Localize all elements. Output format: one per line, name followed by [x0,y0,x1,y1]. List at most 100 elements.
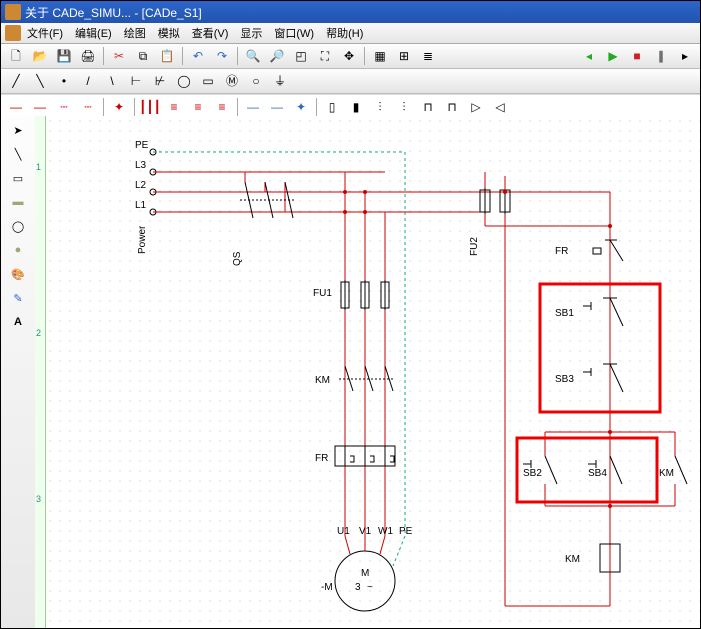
redo-icon[interactable]: ↷ [211,45,233,67]
picker-icon[interactable]: ✎ [8,288,28,308]
print-icon[interactable]: 🖨 [77,45,99,67]
app-logo-icon [5,25,21,41]
separator [237,98,238,116]
motor-icon[interactable]: Ⓜ [221,70,243,92]
node-icon[interactable]: • [53,70,75,92]
diode2-icon[interactable]: ◁ [489,96,511,118]
pan-icon[interactable]: ✥ [338,45,360,67]
separator [103,47,104,65]
red-3h2-icon[interactable]: ≡ [187,96,209,118]
red-line2-icon[interactable]: — [29,96,51,118]
blue-line-icon[interactable]: — [242,96,264,118]
pause-icon[interactable]: ∥ [650,45,672,67]
cap-icon[interactable]: ⊓ [417,96,439,118]
zoom-in-icon[interactable]: 🔍 [242,45,264,67]
snap-icon[interactable]: ⊞ [393,45,415,67]
lbl-L2: L2 [135,180,147,191]
zoom-fit-icon[interactable]: ⛶ [314,45,336,67]
lbl-KM: KM [315,375,330,386]
contact-nc-icon[interactable]: ⊬ [149,70,171,92]
step-back-icon[interactable]: ◂ [578,45,600,67]
lbl-FR: FR [315,453,328,464]
lbl-FU2: FU2 [469,237,480,256]
diode-icon[interactable]: ▷ [465,96,487,118]
cap2-icon[interactable]: ⊓ [441,96,463,118]
red-dash-icon[interactable]: ┄ [53,96,75,118]
paint-icon[interactable]: 🎨 [8,264,28,284]
grid-icon[interactable]: ▦ [369,45,391,67]
menu-draw[interactable]: 绘图 [124,25,146,41]
separator [364,47,365,65]
lbl-SB2: SB2 [523,468,542,479]
sw3p2-icon[interactable]: ⫶ [393,96,415,118]
lbl-FU1: FU1 [313,288,332,299]
play-icon[interactable]: ▶ [602,45,624,67]
switch1-icon[interactable]: / [77,70,99,92]
menu-edit[interactable]: 编辑(E) [75,25,112,41]
cut-icon[interactable]: ✂ [108,45,130,67]
gnd-icon[interactable]: ⏚ [269,70,291,92]
zoom-window-icon[interactable]: ◰ [290,45,312,67]
red-line-icon[interactable]: — [5,96,27,118]
menu-sheet[interactable]: 窗口(W) [274,25,314,41]
ruler-mark: 3 [36,494,41,504]
lbl-PE: PE [135,140,149,151]
text-icon[interactable]: A [8,312,28,332]
red-3p-icon[interactable]: ┃┃┃ [139,96,161,118]
menu-file[interactable]: 文件(F) [27,25,63,41]
sw3p-icon[interactable]: ⫶ [369,96,391,118]
drawing-canvas[interactable]: 1 2 3 [35,116,700,628]
coil-icon[interactable]: ◯ [173,70,195,92]
menu-help[interactable]: 帮助(H) [326,25,363,41]
red-dash2-icon[interactable]: ┄ [77,96,99,118]
lbl-L1: L1 [135,200,147,211]
red-3h-icon[interactable]: ≡ [163,96,185,118]
separator [103,98,104,116]
contact-no-icon[interactable]: ⊢ [125,70,147,92]
paste-icon[interactable]: 📋 [156,45,178,67]
rect-fill-icon[interactable]: ▬ [8,192,28,212]
menu-display[interactable]: 显示 [240,25,262,41]
copy-icon[interactable]: ⧉ [132,45,154,67]
red-dot-icon[interactable]: ✦ [108,96,130,118]
lbl-SB4: SB4 [588,468,607,479]
schematic: PE L3 L2 L1 Power QS FU1 KM FR U1 V1 W1 … [45,116,700,628]
blue-line2-icon[interactable]: — [266,96,288,118]
switch2-icon[interactable]: \ [101,70,123,92]
lbl-V1: V1 [359,526,372,537]
undo-icon[interactable]: ↶ [187,45,209,67]
left-toolbox: ➤ ╲ ▭ ▬ ◯ ● 🎨 ✎ A [1,116,36,628]
wire2-icon[interactable]: ╲ [29,70,51,92]
toolbar-2: ╱ ╲ • / \ ⊢ ⊬ ◯ ▭ Ⓜ ○ ⏚ [1,69,700,94]
red-3h3-icon[interactable]: ≡ [211,96,233,118]
line-icon[interactable]: ╲ [8,144,28,164]
menu-sim[interactable]: 模拟 [158,25,180,41]
ruler-mark: 2 [36,328,41,338]
circle-fill-icon[interactable]: ● [8,240,28,260]
new-icon[interactable]: 🗋 [5,45,27,67]
wire1-icon[interactable]: ╱ [5,70,27,92]
stop-icon[interactable]: ■ [626,45,648,67]
lbl-PE2: PE [399,526,413,537]
lbl-SB3: SB3 [555,374,574,385]
menu-view[interactable]: 查看(V) [192,25,229,41]
fuse1-icon[interactable]: ▯ [321,96,343,118]
lbl-L3: L3 [135,160,147,171]
rect-icon[interactable]: ▭ [8,168,28,188]
separator [237,47,238,65]
lbl-W1: W1 [378,526,393,537]
step-icon[interactable]: ▸ [674,45,696,67]
separator [182,47,183,65]
circle-icon[interactable]: ◯ [8,216,28,236]
terminal-icon[interactable]: ○ [245,70,267,92]
lbl-M: M [361,568,369,579]
blue-dot-icon[interactable]: ✦ [290,96,312,118]
pointer-icon[interactable]: ➤ [8,120,28,140]
lbl-minusM: -M [321,582,333,593]
open-icon[interactable]: 📂 [29,45,51,67]
layers-icon[interactable]: ≣ [417,45,439,67]
fuse2-icon[interactable]: ▮ [345,96,367,118]
save-icon[interactable]: 💾 [53,45,75,67]
zoom-out-icon[interactable]: 🔎 [266,45,288,67]
relay-icon[interactable]: ▭ [197,70,219,92]
